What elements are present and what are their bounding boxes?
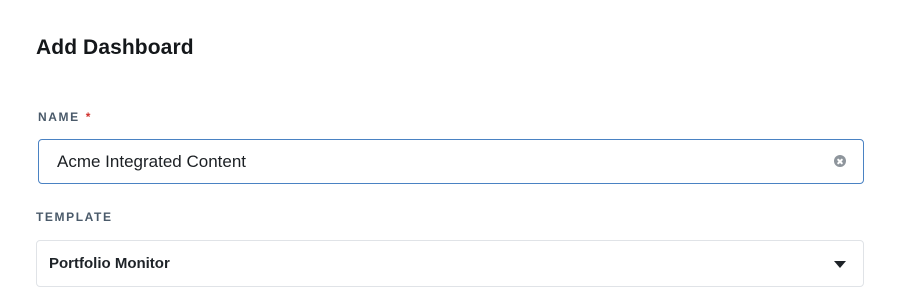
required-marker: * bbox=[85, 110, 91, 124]
name-input[interactable] bbox=[57, 140, 817, 183]
name-label-text: NAME bbox=[38, 110, 80, 124]
clear-circle-icon[interactable] bbox=[834, 155, 846, 167]
name-field[interactable] bbox=[38, 139, 864, 184]
template-select[interactable]: Portfolio Monitor bbox=[36, 240, 864, 287]
caret-down-icon[interactable] bbox=[834, 261, 846, 268]
add-dashboard-dialog: Add Dashboard NAME * TEMPLATE Portfolio M… bbox=[0, 0, 899, 297]
name-label: NAME * bbox=[38, 110, 90, 124]
template-selected-value: Portfolio Monitor bbox=[49, 255, 170, 272]
template-label: TEMPLATE bbox=[36, 210, 113, 224]
dialog-title: Add Dashboard bbox=[36, 36, 194, 59]
